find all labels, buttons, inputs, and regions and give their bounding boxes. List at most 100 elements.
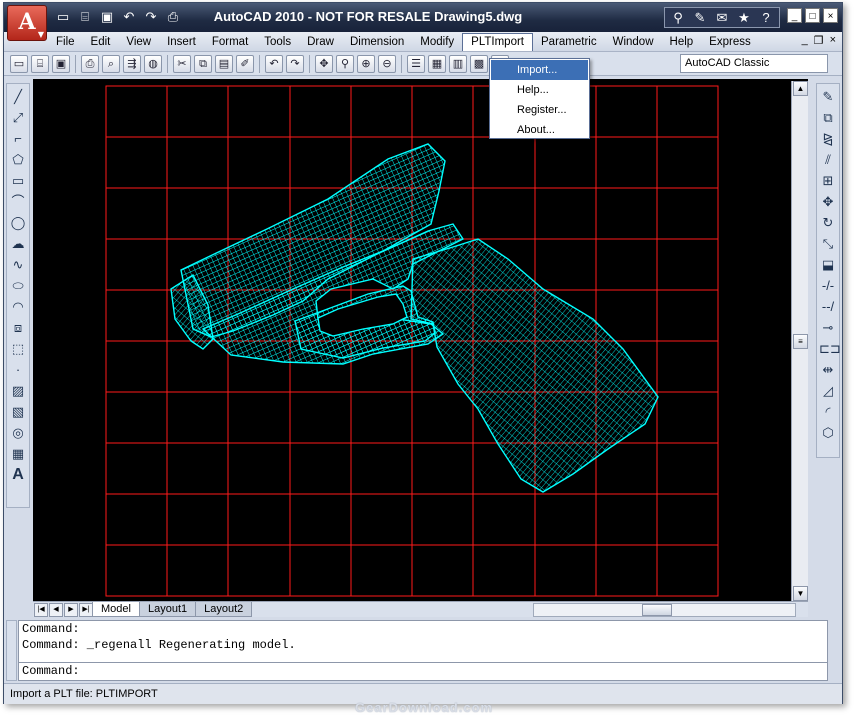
spline-icon[interactable]: ∿ (9, 256, 27, 274)
explode-icon[interactable]: ⬡ (819, 424, 837, 442)
menu-view[interactable]: View (118, 33, 159, 51)
zoom-icon[interactable]: ⚲ (336, 54, 354, 73)
scale-icon[interactable]: ⤡ (819, 235, 837, 253)
line-icon[interactable]: ╱ (9, 88, 27, 106)
mirror-icon[interactable]: ⧎ (819, 130, 837, 148)
move-icon[interactable]: ✥ (819, 193, 837, 211)
fillet-icon[interactable]: ◜ (819, 403, 837, 421)
horizontal-scroll-thumb[interactable] (642, 604, 672, 616)
scroll-down-button[interactable]: ▼ (793, 586, 808, 601)
scroll-thumb[interactable]: ≡ (793, 334, 808, 349)
properties-icon[interactable]: ☰ (407, 54, 425, 73)
doc-close-button[interactable]: × (830, 34, 836, 47)
region-icon[interactable]: ◎ (9, 424, 27, 442)
menu-item-about[interactable]: About... (491, 120, 588, 140)
menu-parametric[interactable]: Parametric (533, 33, 605, 51)
calculator-icon[interactable]: ▩ (470, 54, 488, 73)
doc-restore-button[interactable]: ❐ (814, 34, 824, 47)
help-icon[interactable]: ? (756, 9, 776, 26)
vertical-scrollbar[interactable]: ▲ ≡ ▼ (791, 81, 808, 601)
point-icon[interactable]: · (9, 361, 27, 379)
menu-express[interactable]: Express (701, 33, 759, 51)
chamfer-icon[interactable]: ◿ (819, 382, 837, 400)
tab-prev-button[interactable]: ◀ (49, 602, 63, 617)
designcenter-icon[interactable]: ▦ (428, 54, 446, 73)
maximize-button[interactable]: □ (805, 8, 820, 23)
construction-line-icon[interactable]: ⤢ (9, 109, 27, 127)
ellipse-arc-icon[interactable]: ◠ (9, 298, 27, 316)
drawing-area[interactable] (33, 79, 808, 601)
offset-icon[interactable]: ⫽ (819, 151, 837, 169)
trim-icon[interactable]: -/- (819, 277, 837, 295)
erase-icon[interactable]: ✎ (819, 88, 837, 106)
search-tool-icon[interactable]: ✎ (690, 9, 710, 26)
polyline-icon[interactable]: ⌐ (9, 130, 27, 148)
menu-dimension[interactable]: Dimension (342, 33, 412, 51)
menu-tools[interactable]: Tools (256, 33, 299, 51)
binoculars-icon[interactable]: ⚲ (668, 9, 688, 26)
menu-help[interactable]: Help (662, 33, 702, 51)
tab-last-button[interactable]: ▶| (79, 602, 93, 617)
menu-insert[interactable]: Insert (159, 33, 204, 51)
save-icon[interactable]: ▣ (52, 54, 70, 73)
tab-layout2[interactable]: Layout2 (195, 602, 253, 617)
menu-draw[interactable]: Draw (299, 33, 342, 51)
stretch-icon[interactable]: ⬓ (819, 256, 837, 274)
menu-file[interactable]: File (48, 33, 83, 51)
doc-minimize-button[interactable]: _ (802, 34, 808, 47)
command-input[interactable]: Command: (19, 662, 827, 680)
insert-block-icon[interactable]: ⧈ (9, 319, 27, 337)
zoom-window-icon[interactable]: ⊕ (357, 54, 375, 73)
menu-item-import[interactable]: Import... (491, 60, 588, 80)
open-icon[interactable]: ⌸ (31, 54, 49, 73)
extend-icon[interactable]: --/ (819, 298, 837, 316)
menu-format[interactable]: Format (204, 33, 256, 51)
workspace-select[interactable]: AutoCAD Classic (680, 54, 828, 73)
rotate-icon[interactable]: ↻ (819, 214, 837, 232)
new-icon[interactable]: ▭ (10, 54, 28, 73)
favorites-icon[interactable]: ★ (734, 9, 754, 26)
communication-icon[interactable]: ✉ (712, 9, 732, 26)
cut-icon[interactable]: ✂ (173, 54, 191, 73)
close-button[interactable]: × (823, 8, 838, 23)
copy-object-icon[interactable]: ⧉ (819, 109, 837, 127)
plot-icon[interactable]: ⎙ (81, 54, 99, 73)
hatch-icon[interactable]: ▨ (9, 382, 27, 400)
menu-window[interactable]: Window (605, 33, 662, 51)
break-icon[interactable]: ⊏⊐ (819, 340, 841, 358)
make-block-icon[interactable]: ⬚ (9, 340, 27, 358)
match-properties-icon[interactable]: ✐ (236, 54, 254, 73)
menu-pltimport[interactable]: PLTImport (462, 32, 533, 51)
zoom-previous-icon[interactable]: ⊖ (378, 54, 396, 73)
array-icon[interactable]: ⊞ (819, 172, 837, 190)
tab-next-button[interactable]: ▶ (64, 602, 78, 617)
publish-icon[interactable]: ⇶ (123, 54, 141, 73)
menu-item-register[interactable]: Register... (491, 100, 588, 120)
redo-icon[interactable]: ↷ (286, 54, 304, 73)
application-menu-button[interactable]: A ▼ (7, 5, 47, 41)
tab-model[interactable]: Model (92, 602, 140, 617)
undo-icon[interactable]: ↶ (265, 54, 283, 73)
3d-print-icon[interactable]: ◍ (144, 54, 162, 73)
plot-preview-icon[interactable]: ⌕ (102, 54, 120, 73)
tab-layout1[interactable]: Layout1 (138, 602, 197, 617)
command-window-grip[interactable] (6, 620, 17, 681)
copy-icon[interactable]: ⧉ (194, 54, 212, 73)
rectangle-icon[interactable]: ▭ (9, 172, 27, 190)
ellipse-icon[interactable]: ⬭ (9, 277, 27, 295)
break-at-point-icon[interactable]: ⊸ (819, 319, 837, 337)
arc-icon[interactable]: ⌒ (9, 193, 27, 211)
polygon-icon[interactable]: ⬠ (9, 151, 27, 169)
scroll-up-button[interactable]: ▲ (793, 81, 808, 96)
command-window[interactable]: Command: Command: _regenall Regenerating… (18, 620, 828, 681)
gradient-icon[interactable]: ▧ (9, 403, 27, 421)
menu-modify[interactable]: Modify (412, 33, 462, 51)
menu-item-help[interactable]: Help... (491, 80, 588, 100)
paste-icon[interactable]: ▤ (215, 54, 233, 73)
horizontal-scrollbar[interactable] (533, 603, 796, 617)
join-icon[interactable]: ⇹ (819, 361, 837, 379)
circle-icon[interactable]: ◯ (9, 214, 27, 232)
menu-edit[interactable]: Edit (83, 33, 119, 51)
table-icon[interactable]: ▦ (9, 445, 27, 463)
tab-first-button[interactable]: |◀ (34, 602, 48, 617)
